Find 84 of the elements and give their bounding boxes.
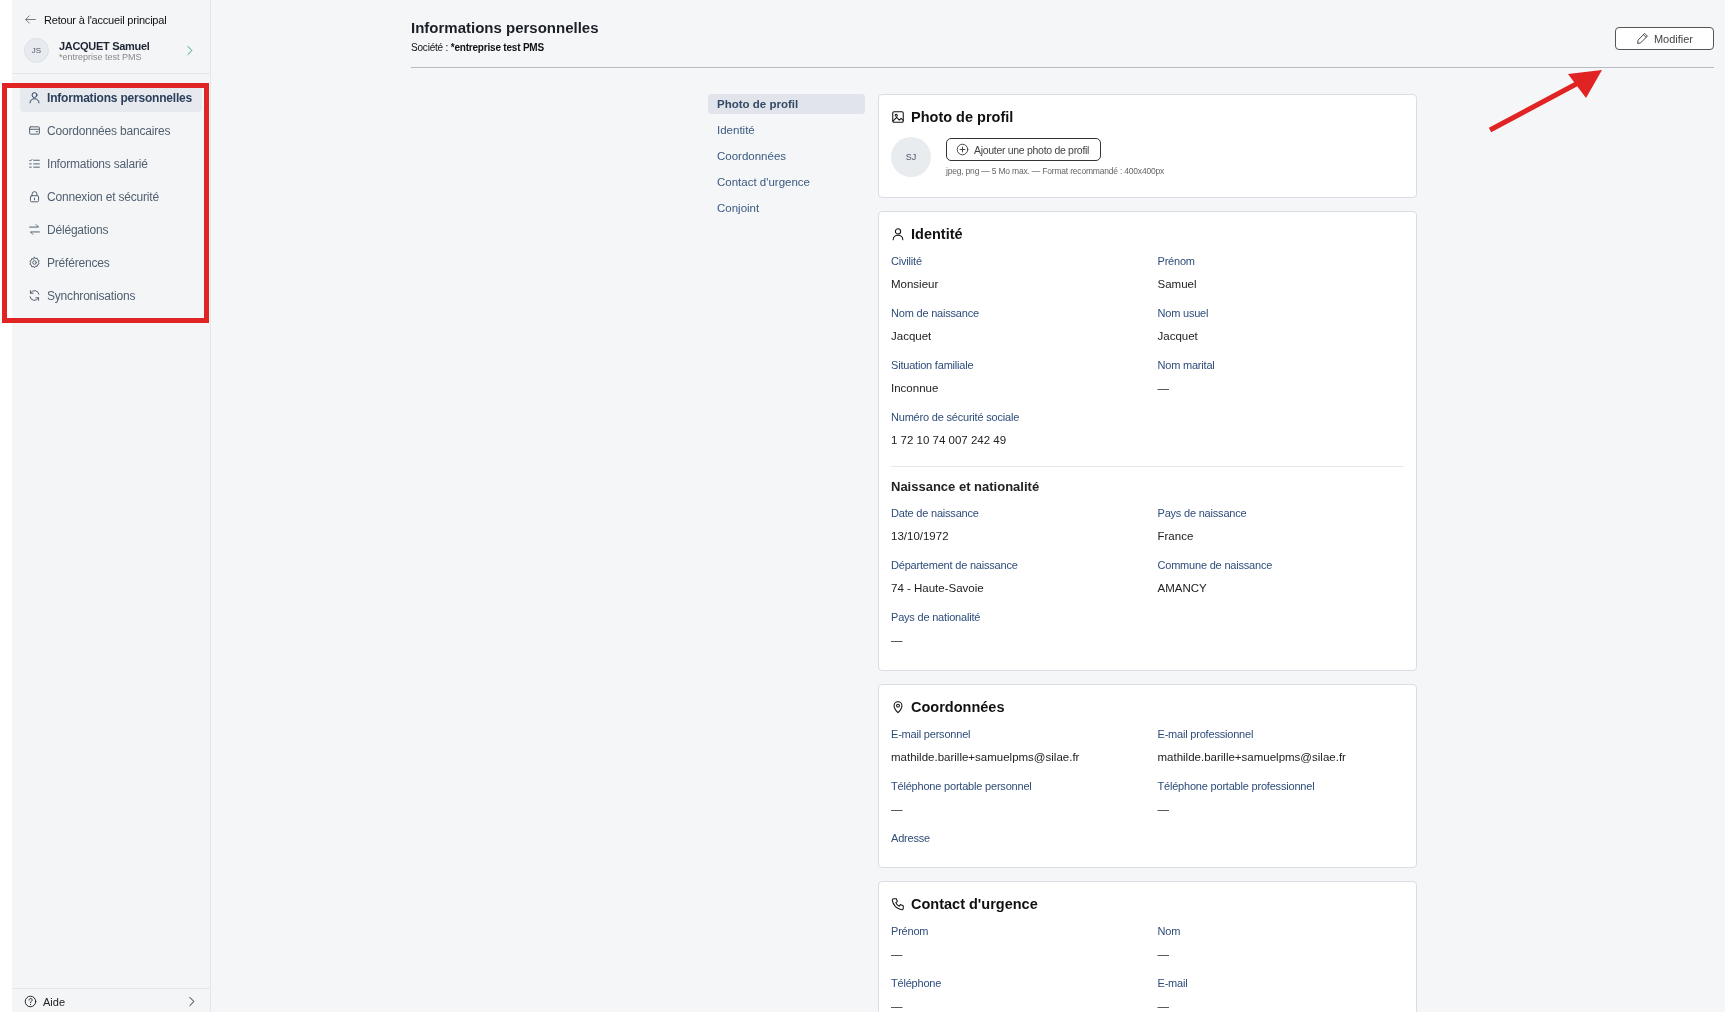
sidebar-item[interactable]: Synchronisations	[20, 281, 202, 310]
field-value: France	[1157, 529, 1195, 544]
field-label: Département de naissance	[891, 558, 1019, 572]
card-title: Contact d'urgence	[891, 896, 1404, 912]
field-value: —	[1157, 381, 1170, 396]
card-icon	[28, 124, 41, 137]
field-label: Prénom	[891, 924, 930, 938]
field-label: Pays de naissance	[1157, 506, 1248, 520]
phone-icon	[891, 897, 905, 911]
field-value: —	[1157, 802, 1170, 817]
help-link[interactable]: Aide	[24, 995, 198, 1008]
field-value: mathilde.barille+samuelpms@silae.fr	[891, 750, 1081, 765]
section-link[interactable]: Coordonnées	[708, 146, 865, 166]
back-link[interactable]: Retour à l'accueil principal	[12, 0, 210, 26]
pin-icon	[891, 700, 905, 714]
field-label: Situation familiale	[891, 358, 975, 372]
field-label: Adresse	[891, 831, 931, 845]
company-name: *entreprise test PMS	[59, 51, 143, 62]
photo-hint: jpeg, png — 5 Mo max. — Format recommandé : 400x400px	[946, 166, 1165, 176]
field-value: —	[891, 633, 904, 648]
sidebar-item[interactable]: Connexion et sécurité	[20, 182, 202, 211]
field-value: Jacquet	[1157, 329, 1199, 344]
section-link[interactable]: Identité	[708, 120, 865, 140]
lock-icon	[28, 190, 41, 203]
field-label: Téléphone portable personnel	[891, 779, 1033, 793]
gear-icon	[28, 256, 41, 269]
add-photo-button[interactable]: Ajouter une photo de profil	[946, 138, 1102, 161]
plus-circle-icon	[956, 143, 969, 156]
field-label: Nom marital	[1157, 358, 1216, 372]
field-value: —	[1157, 999, 1170, 1012]
field-label: Téléphone portable professionnel	[1157, 779, 1316, 793]
field-value: Inconnue	[891, 381, 940, 396]
pencil-icon	[1635, 32, 1649, 45]
field-label: Nom	[1157, 924, 1182, 938]
field-value: AMANCY	[1157, 581, 1208, 596]
field-label: Pays de nationalité	[891, 610, 982, 624]
field-label: Commune de naissance	[1157, 558, 1274, 572]
company-line: Société : *entreprise test PMS	[411, 42, 545, 53]
field-value: 1 72 10 74 007 242 49	[891, 433, 1008, 448]
field-value: Monsieur	[891, 277, 940, 292]
image-icon	[891, 110, 905, 124]
field-label: Date de naissance	[891, 506, 980, 520]
page-title: Informations personnelles	[411, 19, 599, 36]
field-value: mathilde.barille+samuelpms@silae.fr	[1157, 750, 1347, 765]
sidebar-item[interactable]: Coordonnées bancaires	[20, 116, 202, 145]
field-label: E-mail professionnel	[1157, 727, 1255, 741]
swap-icon	[28, 223, 41, 236]
field-label: Prénom	[1157, 254, 1196, 268]
field-value: 13/10/1972	[891, 529, 950, 544]
field-value: —	[891, 802, 904, 817]
user-name: JACQUET Samuel	[59, 39, 151, 52]
user-card[interactable]: JS JACQUET Samuel *entreprise test PMS	[12, 26, 210, 74]
sidebar-item[interactable]: Informations salarié	[20, 149, 202, 178]
sync-icon	[28, 289, 41, 302]
field-value: Jacquet	[891, 329, 933, 344]
field-label: Nom de naissance	[891, 306, 980, 320]
subsection-title: Naissance et nationalité	[891, 479, 1041, 494]
field-value: 74 - Haute-Savoie	[891, 581, 985, 596]
field-value: —	[891, 999, 904, 1012]
edit-button[interactable]: Modifier	[1614, 27, 1714, 50]
field-label: E-mail personnel	[891, 727, 972, 741]
field-value: Samuel	[1157, 277, 1198, 292]
person-icon	[891, 227, 905, 241]
field-value: —	[891, 947, 904, 962]
card-title: Coordonnées	[891, 699, 1404, 715]
field-label: Civilité	[891, 254, 923, 268]
list-icon	[28, 157, 41, 170]
field-label: Numéro de sécurité sociale	[891, 410, 1021, 424]
sidebar-item[interactable]: Délégations	[20, 215, 202, 244]
card-title: Photo de profil	[891, 109, 1404, 125]
field-label: Nom usuel	[1157, 306, 1210, 320]
avatar: JS	[24, 38, 49, 63]
section-link[interactable]: Conjoint	[708, 198, 865, 218]
field-label: E-mail	[1157, 976, 1189, 990]
section-link[interactable]: Photo de profil	[708, 94, 865, 114]
card-title: Identité	[891, 226, 1404, 242]
back-arrow-icon	[24, 13, 37, 26]
help-icon	[24, 995, 37, 1008]
person-icon	[28, 91, 41, 104]
sidebar-item[interactable]: Préférences	[20, 248, 202, 277]
field-label: Téléphone	[891, 976, 943, 990]
field-value: —	[1157, 947, 1170, 962]
section-link[interactable]: Contact d'urgence	[708, 172, 865, 192]
avatar: SJ	[891, 137, 931, 177]
